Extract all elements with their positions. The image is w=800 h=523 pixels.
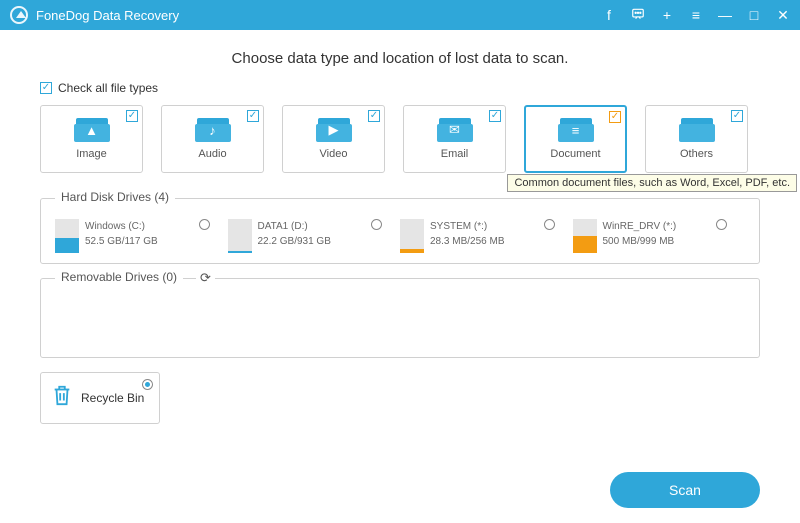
drive-name: SYSTEM (*:) bbox=[430, 219, 504, 234]
drive-size: 22.2 GB/931 GB bbox=[258, 234, 331, 249]
drive-radio[interactable] bbox=[199, 219, 210, 230]
folder-icon: ≡ bbox=[560, 118, 592, 142]
type-card-image[interactable]: ✓ ▲ Image bbox=[40, 105, 143, 173]
minimize-icon[interactable]: — bbox=[718, 7, 732, 23]
folder-icon bbox=[681, 118, 713, 142]
folder-icon: ♪ bbox=[197, 118, 229, 142]
plus-icon[interactable]: + bbox=[660, 7, 674, 23]
removable-fieldset: Removable Drives (0) ⟳ bbox=[40, 278, 760, 358]
type-label: Others bbox=[680, 148, 713, 160]
folder-icon: ✉ bbox=[439, 118, 471, 142]
recycle-bin-card[interactable]: Recycle Bin bbox=[40, 372, 160, 424]
drive-info: SYSTEM (*:)28.3 MB/256 MB bbox=[430, 219, 504, 249]
drive-name: DATA1 (D:) bbox=[258, 219, 331, 234]
removable-legend: Removable Drives (0) bbox=[55, 270, 183, 284]
type-checkbox[interactable]: ✓ bbox=[126, 110, 138, 122]
drive-icon bbox=[228, 219, 252, 253]
hard-disk-legend: Hard Disk Drives (4) bbox=[55, 190, 175, 204]
hard-disk-fieldset: Hard Disk Drives (4) Windows (C:)52.5 GB… bbox=[40, 198, 760, 264]
facebook-icon[interactable]: f bbox=[602, 7, 616, 23]
drive-size: 500 MB/999 MB bbox=[603, 234, 677, 249]
type-checkbox[interactable]: ✓ bbox=[247, 110, 259, 122]
drive-item[interactable]: SYSTEM (*:)28.3 MB/256 MB bbox=[400, 219, 573, 253]
drive-info: Windows (C:)52.5 GB/117 GB bbox=[85, 219, 158, 249]
page-heading: Choose data type and location of lost da… bbox=[40, 50, 760, 67]
check-all-checkbox[interactable]: ✓ bbox=[40, 82, 52, 94]
scan-button[interactable]: Scan bbox=[610, 472, 760, 508]
refresh-icon[interactable]: ⟳ bbox=[196, 270, 215, 286]
drive-info: WinRE_DRV (*:)500 MB/999 MB bbox=[603, 219, 677, 249]
recycle-bin-label: Recycle Bin bbox=[81, 391, 144, 405]
title-actions: f + ≡ — □ ✕ bbox=[602, 7, 790, 24]
hard-disk-drives: Windows (C:)52.5 GB/117 GB DATA1 (D:)22.2… bbox=[55, 219, 745, 253]
menu-icon[interactable]: ≡ bbox=[689, 7, 703, 23]
type-card-others[interactable]: ✓ Others bbox=[645, 105, 748, 173]
type-checkbox[interactable]: ✓ bbox=[368, 110, 380, 122]
drive-icon bbox=[573, 219, 597, 253]
feedback-icon[interactable] bbox=[631, 7, 645, 24]
tooltip: Common document files, such as Word, Exc… bbox=[507, 174, 797, 192]
drive-name: Windows (C:) bbox=[85, 219, 158, 234]
close-icon[interactable]: ✕ bbox=[776, 7, 790, 24]
check-all-label: Check all file types bbox=[58, 81, 158, 95]
check-all-row[interactable]: ✓ Check all file types bbox=[40, 81, 760, 95]
type-checkbox[interactable]: ✓ bbox=[609, 111, 621, 123]
type-label: Email bbox=[441, 148, 469, 160]
drive-radio[interactable] bbox=[371, 219, 382, 230]
folder-icon: ▲ bbox=[76, 118, 108, 142]
drive-info: DATA1 (D:)22.2 GB/931 GB bbox=[258, 219, 331, 249]
type-checkbox[interactable]: ✓ bbox=[731, 110, 743, 122]
type-card-audio[interactable]: ✓ ♪ Audio bbox=[161, 105, 264, 173]
drive-radio[interactable] bbox=[544, 219, 555, 230]
type-checkbox[interactable]: ✓ bbox=[489, 110, 501, 122]
type-card-email[interactable]: ✓ ✉ Email bbox=[403, 105, 506, 173]
app-logo-icon bbox=[10, 6, 28, 24]
drive-item[interactable]: WinRE_DRV (*:)500 MB/999 MB bbox=[573, 219, 746, 253]
drive-name: WinRE_DRV (*:) bbox=[603, 219, 677, 234]
drive-size: 52.5 GB/117 GB bbox=[85, 234, 158, 249]
type-label: Video bbox=[320, 148, 348, 160]
drive-size: 28.3 MB/256 MB bbox=[430, 234, 504, 249]
drive-item[interactable]: Windows (C:)52.5 GB/117 GB bbox=[55, 219, 228, 253]
type-card-video[interactable]: ✓ ▶ Video bbox=[282, 105, 385, 173]
type-label: Audio bbox=[198, 148, 226, 160]
type-card-document[interactable]: ✓ ≡ Document bbox=[524, 105, 627, 173]
drive-item[interactable]: DATA1 (D:)22.2 GB/931 GB bbox=[228, 219, 401, 253]
drive-radio[interactable] bbox=[716, 219, 727, 230]
drive-icon bbox=[55, 219, 79, 253]
folder-icon: ▶ bbox=[318, 118, 350, 142]
drive-icon bbox=[400, 219, 424, 253]
trash-icon bbox=[51, 383, 73, 413]
app-title: FoneDog Data Recovery bbox=[36, 8, 602, 23]
title-bar: FoneDog Data Recovery f + ≡ — □ ✕ bbox=[0, 0, 800, 30]
maximize-icon[interactable]: □ bbox=[747, 7, 761, 23]
type-label: Image bbox=[76, 148, 107, 160]
main-content: Choose data type and location of lost da… bbox=[0, 30, 800, 450]
type-label: Document bbox=[550, 148, 600, 160]
recycle-bin-radio[interactable] bbox=[142, 379, 153, 390]
file-types-row: ✓ ▲ Image ✓ ♪ Audio ✓ ▶ Video ✓ ✉ Email ✓ ≡ Document ✓ O… bbox=[40, 105, 760, 173]
